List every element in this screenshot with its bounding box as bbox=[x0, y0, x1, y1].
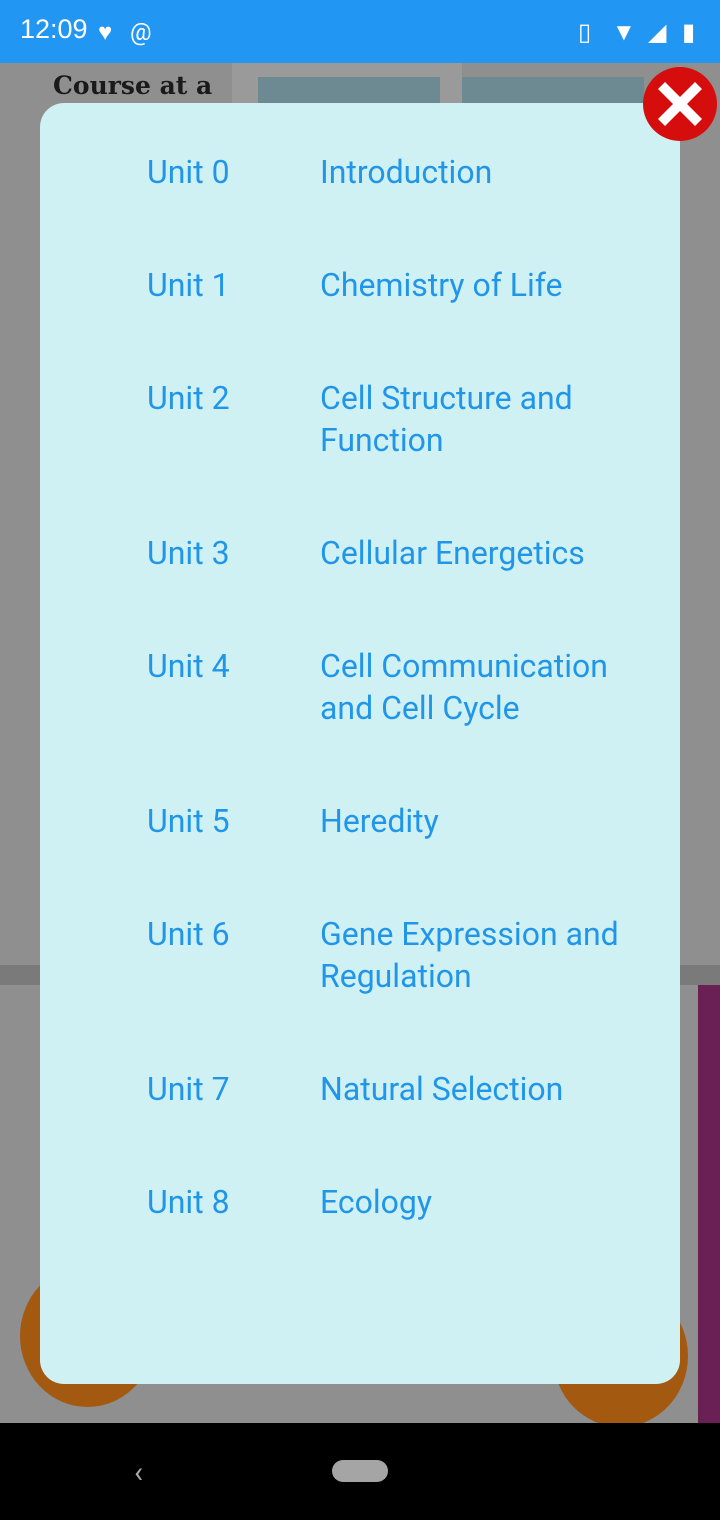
battery-charging-icon: ▮ bbox=[682, 18, 696, 46]
unit-title: Cell Communication and Cell Cycle bbox=[320, 647, 608, 727]
unit-number: Unit 6 bbox=[147, 915, 230, 953]
unit-title: Cellular Energetics bbox=[320, 534, 585, 572]
unit-row[interactable]: Unit 0 Introduction bbox=[40, 151, 680, 193]
unit-number: Unit 1 bbox=[147, 266, 230, 304]
unit-title: Ecology bbox=[320, 1183, 433, 1221]
status-time: 12:09 bbox=[20, 14, 88, 44]
status-bar: 12:09 ♥ @ ▯ ▼ ◢ ▮ bbox=[0, 0, 720, 63]
unit-number: Unit 7 bbox=[147, 1070, 230, 1108]
signal-icon: ◢ bbox=[648, 18, 667, 46]
unit-row[interactable]: Unit 1 Chemistry of Life bbox=[40, 264, 680, 306]
unit-number: Unit 4 bbox=[147, 647, 230, 685]
unit-row[interactable]: Unit 5 Heredity bbox=[40, 800, 680, 842]
close-icon bbox=[658, 82, 702, 126]
at-sign-icon: @ bbox=[130, 18, 152, 46]
unit-title: Chemistry of Life bbox=[320, 266, 563, 304]
background-strip bbox=[698, 985, 720, 1423]
unit-row[interactable]: Unit 8 Ecology bbox=[40, 1181, 680, 1223]
vibrate-icon: ▯ bbox=[578, 18, 592, 46]
unit-title: Natural Selection bbox=[320, 1070, 564, 1108]
unit-row[interactable]: Unit 3 Cellular Energetics bbox=[40, 532, 680, 574]
unit-title: Introduction bbox=[320, 153, 493, 191]
unit-row[interactable]: Unit 2 Cell Structure and Function bbox=[40, 377, 680, 461]
unit-row[interactable]: Unit 7 Natural Selection bbox=[40, 1068, 680, 1110]
unit-number: Unit 5 bbox=[147, 802, 230, 840]
unit-title: Heredity bbox=[320, 802, 439, 840]
heart-check-icon: ♥ bbox=[98, 18, 113, 46]
wifi-icon: ▼ bbox=[612, 18, 636, 46]
unit-number: Unit 8 bbox=[147, 1183, 230, 1221]
close-button[interactable] bbox=[643, 67, 717, 141]
back-button[interactable]: ‹ bbox=[134, 1455, 143, 1490]
unit-number: Unit 2 bbox=[147, 379, 230, 417]
unit-title: Cell Structure and Function bbox=[320, 379, 573, 459]
unit-row[interactable]: Unit 4 Cell Communication and Cell Cycle bbox=[40, 645, 680, 729]
unit-row[interactable]: Unit 6 Gene Expression and Regulation bbox=[40, 913, 680, 997]
unit-title: Gene Expression and Regulation bbox=[320, 915, 619, 995]
unit-number: Unit 3 bbox=[147, 534, 230, 572]
units-modal: Unit 0 Introduction Unit 1 Chemistry of Lif… bbox=[40, 103, 680, 1384]
home-button[interactable] bbox=[332, 1460, 388, 1482]
unit-number: Unit 0 bbox=[147, 153, 230, 191]
